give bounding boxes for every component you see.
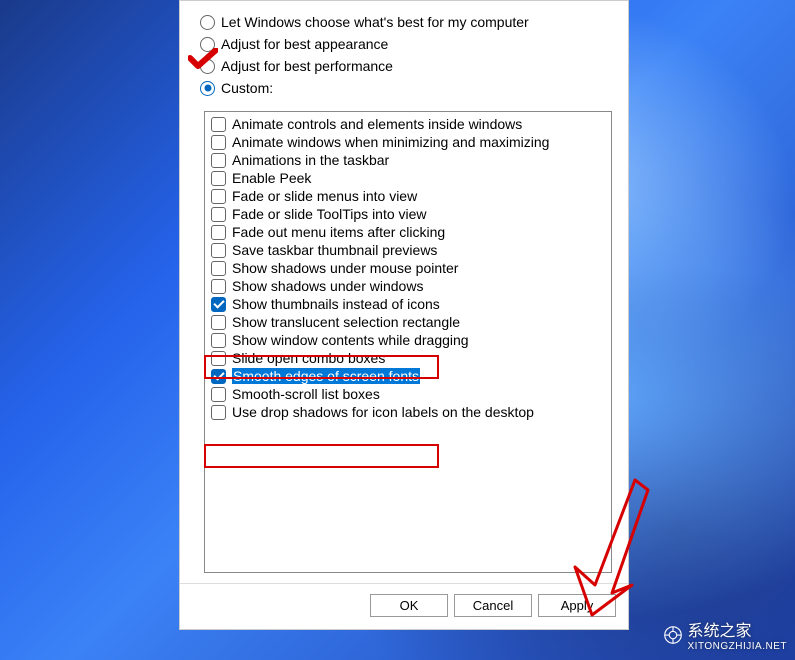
- radio-best-appearance[interactable]: Adjust for best appearance: [200, 33, 608, 55]
- checkbox-icon: [211, 207, 226, 222]
- red-check-annotation: [188, 48, 218, 70]
- checkbox-icon: [211, 405, 226, 420]
- option-animate-controls[interactable]: Animate controls and elements inside win…: [209, 115, 607, 133]
- option-drop-shadows-icons[interactable]: Use drop shadows for icon labels on the …: [209, 403, 607, 421]
- radio-best-performance[interactable]: Adjust for best performance: [200, 55, 608, 77]
- radio-icon: [200, 15, 215, 30]
- option-shadows-windows[interactable]: Show shadows under windows: [209, 277, 607, 295]
- checkbox-icon: [211, 387, 226, 402]
- checkbox-icon: [211, 171, 226, 186]
- option-label: Show shadows under windows: [232, 278, 423, 294]
- cancel-button[interactable]: Cancel: [454, 594, 532, 617]
- watermark-text: 系统之家: [688, 617, 788, 641]
- option-label: Fade or slide ToolTips into view: [232, 206, 427, 222]
- checkbox-icon: [211, 189, 226, 204]
- option-label: Enable Peek: [232, 170, 311, 186]
- option-enable-peek[interactable]: Enable Peek: [209, 169, 607, 187]
- watermark-icon: [664, 626, 682, 644]
- radio-icon: [200, 81, 215, 96]
- apply-button[interactable]: Apply: [538, 594, 616, 617]
- option-translucent-selection[interactable]: Show translucent selection rectangle: [209, 313, 607, 331]
- radio-label: Custom:: [221, 80, 273, 96]
- option-label: Show translucent selection rectangle: [232, 314, 460, 330]
- option-label: Animate controls and elements inside win…: [232, 116, 522, 132]
- option-label: Save taskbar thumbnail previews: [232, 242, 437, 258]
- radio-let-windows-choose[interactable]: Let Windows choose what's best for my co…: [200, 11, 608, 33]
- option-label: Smooth-scroll list boxes: [232, 386, 380, 402]
- checkbox-icon: [211, 315, 226, 330]
- checkbox-icon: [211, 153, 226, 168]
- option-shadows-mouse[interactable]: Show shadows under mouse pointer: [209, 259, 607, 277]
- checkbox-icon: [211, 261, 226, 276]
- option-save-thumbnail-previews[interactable]: Save taskbar thumbnail previews: [209, 241, 607, 259]
- option-smooth-scroll[interactable]: Smooth-scroll list boxes: [209, 385, 607, 403]
- option-label: Smooth edges of screen fonts: [232, 368, 420, 384]
- option-label: Show window contents while dragging: [232, 332, 469, 348]
- radio-label: Adjust for best performance: [221, 58, 393, 74]
- checkbox-icon: [211, 225, 226, 240]
- option-fade-tooltips[interactable]: Fade or slide ToolTips into view: [209, 205, 607, 223]
- radio-label: Adjust for best appearance: [221, 36, 388, 52]
- checkbox-icon: [211, 333, 226, 348]
- option-label: Show thumbnails instead of icons: [232, 296, 440, 312]
- option-smooth-fonts[interactable]: Smooth edges of screen fonts: [209, 367, 607, 385]
- option-label: Show shadows under mouse pointer: [232, 260, 458, 276]
- checkbox-icon: [211, 297, 226, 312]
- dialog-button-row: OK Cancel Apply: [180, 583, 628, 629]
- option-label: Slide open combo boxes: [232, 350, 385, 366]
- watermark-url: XITONGZHIJIA.NET: [688, 641, 788, 652]
- option-label: Use drop shadows for icon labels on the …: [232, 404, 534, 420]
- option-label: Animate windows when minimizing and maxi…: [232, 134, 549, 150]
- checkbox-icon: [211, 243, 226, 258]
- option-fade-menus[interactable]: Fade or slide menus into view: [209, 187, 607, 205]
- radio-custom[interactable]: Custom:: [200, 77, 608, 99]
- checkbox-icon: [211, 369, 226, 384]
- option-show-thumbnails[interactable]: Show thumbnails instead of icons: [209, 295, 607, 313]
- checkbox-icon: [211, 135, 226, 150]
- option-label: Fade or slide menus into view: [232, 188, 417, 204]
- option-window-contents-dragging[interactable]: Show window contents while dragging: [209, 331, 607, 349]
- visual-effects-radio-group: Let Windows choose what's best for my co…: [180, 1, 628, 107]
- option-animate-windows[interactable]: Animate windows when minimizing and maxi…: [209, 133, 607, 151]
- checkbox-icon: [211, 117, 226, 132]
- watermark: 系统之家 XITONGZHIJIA.NET: [664, 617, 788, 652]
- checkbox-icon: [211, 279, 226, 294]
- option-slide-combo[interactable]: Slide open combo boxes: [209, 349, 607, 367]
- option-label: Fade out menu items after clicking: [232, 224, 445, 240]
- option-label: Animations in the taskbar: [232, 152, 389, 168]
- checkbox-icon: [211, 351, 226, 366]
- ok-button[interactable]: OK: [370, 594, 448, 617]
- option-fade-menu-items[interactable]: Fade out menu items after clicking: [209, 223, 607, 241]
- custom-options-list[interactable]: Animate controls and elements inside win…: [204, 111, 612, 573]
- performance-options-dialog: Let Windows choose what's best for my co…: [179, 0, 629, 630]
- option-animations-taskbar[interactable]: Animations in the taskbar: [209, 151, 607, 169]
- radio-label: Let Windows choose what's best for my co…: [221, 14, 529, 30]
